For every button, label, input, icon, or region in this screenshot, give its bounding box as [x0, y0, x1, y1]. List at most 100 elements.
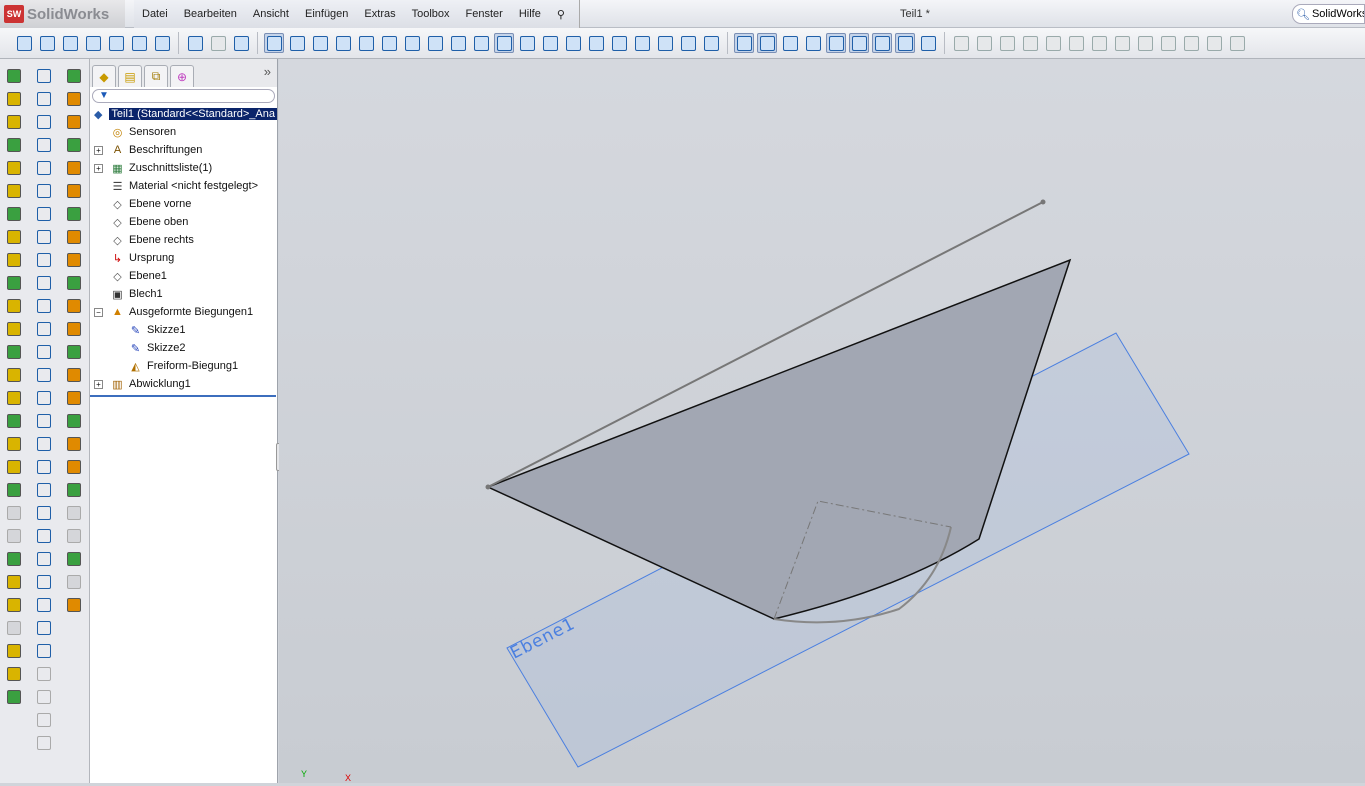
- display-curves-button[interactable]: [895, 33, 915, 53]
- rebuild-button[interactable]: [231, 33, 251, 53]
- sm-rip-button[interactable]: [1204, 33, 1224, 53]
- sm-lofted-button[interactable]: [1112, 33, 1132, 53]
- command-1-25-button[interactable]: [6, 619, 22, 637]
- new-button[interactable]: [14, 33, 34, 53]
- rotate-button[interactable]: [678, 33, 698, 53]
- command-2-16-button[interactable]: [36, 412, 52, 430]
- tree-item[interactable]: ▣ Blech1: [90, 285, 277, 303]
- command-1-11-button[interactable]: [6, 297, 22, 315]
- command-2-27-button[interactable]: [36, 665, 52, 683]
- expand-icon[interactable]: +: [94, 379, 103, 389]
- command-2-24-button[interactable]: [36, 596, 52, 614]
- zoom-fit-button[interactable]: [632, 33, 652, 53]
- command-2-20-button[interactable]: [36, 504, 52, 522]
- menu-bearbeiten[interactable]: Bearbeiten: [176, 8, 245, 20]
- command-3-9-button[interactable]: [66, 251, 82, 269]
- command-3-12-button[interactable]: [66, 320, 82, 338]
- command-2-1-button[interactable]: [36, 67, 52, 85]
- tree-item[interactable]: ◭ Freiform-Biegung1: [90, 357, 277, 375]
- menu-einfuegen[interactable]: Einfügen: [297, 8, 356, 20]
- command-1-28-button[interactable]: [6, 688, 22, 706]
- command-3-8-button[interactable]: [66, 228, 82, 246]
- file-properties-button[interactable]: [152, 33, 172, 53]
- zoom-area-button[interactable]: [655, 33, 675, 53]
- tree-item[interactable]: + ▦ Zuschnittsliste(1): [90, 159, 277, 177]
- display-axes-button[interactable]: [757, 33, 777, 53]
- command-1-3-button[interactable]: [6, 113, 22, 131]
- command-3-24-button[interactable]: [66, 596, 82, 614]
- command-1-23-button[interactable]: [6, 573, 22, 591]
- view-top-button[interactable]: [379, 33, 399, 53]
- menu-toolbox[interactable]: Toolbox: [404, 8, 458, 20]
- sm-edge-button[interactable]: [974, 33, 994, 53]
- command-1-12-button[interactable]: [6, 320, 22, 338]
- pin-icon[interactable]: ⚲: [549, 8, 573, 21]
- tree-item[interactable]: ☰ Material <nicht festgelegt>: [90, 177, 277, 195]
- command-3-16-button[interactable]: [66, 412, 82, 430]
- command-1-19-button[interactable]: [6, 481, 22, 499]
- command-2-12-button[interactable]: [36, 320, 52, 338]
- command-2-11-button[interactable]: [36, 297, 52, 315]
- command-2-5-button[interactable]: [36, 159, 52, 177]
- view-bottom-button[interactable]: [402, 33, 422, 53]
- command-2-15-button[interactable]: [36, 389, 52, 407]
- open-button[interactable]: [37, 33, 57, 53]
- command-2-19-button[interactable]: [36, 481, 52, 499]
- sm-sketch-bend-button[interactable]: [1066, 33, 1086, 53]
- command-3-10-button[interactable]: [66, 274, 82, 292]
- view-back-button[interactable]: [310, 33, 330, 53]
- tab-configurationmanager[interactable]: ⧉: [144, 65, 168, 87]
- command-3-3-button[interactable]: [66, 113, 82, 131]
- command-3-5-button[interactable]: [66, 159, 82, 177]
- pan-button[interactable]: [701, 33, 721, 53]
- command-1-13-button[interactable]: [6, 343, 22, 361]
- tree-item[interactable]: ✎ Skizze1: [90, 321, 277, 339]
- expand-icon[interactable]: +: [94, 163, 103, 173]
- command-2-14-button[interactable]: [36, 366, 52, 384]
- command-1-14-button[interactable]: [6, 366, 22, 384]
- command-2-21-button[interactable]: [36, 527, 52, 545]
- tree-item[interactable]: + A Beschriftungen: [90, 141, 277, 159]
- command-2-2-button[interactable]: [36, 90, 52, 108]
- tree-filter[interactable]: ▼: [92, 89, 275, 103]
- command-3-4-button[interactable]: [66, 136, 82, 154]
- command-1-6-button[interactable]: [6, 182, 22, 200]
- command-2-13-button[interactable]: [36, 343, 52, 361]
- print-button[interactable]: [83, 33, 103, 53]
- shaded-edges-button[interactable]: [494, 33, 514, 53]
- command-3-19-button[interactable]: [66, 481, 82, 499]
- command-2-17-button[interactable]: [36, 435, 52, 453]
- tree-item[interactable]: ◇ Ebene1: [90, 267, 277, 285]
- view-left-button[interactable]: [333, 33, 353, 53]
- save-button[interactable]: [60, 33, 80, 53]
- solidworks-logo[interactable]: SW SolidWorks: [0, 0, 125, 28]
- command-1-27-button[interactable]: [6, 665, 22, 683]
- collapse-icon[interactable]: −: [94, 307, 103, 317]
- display-sketches-button[interactable]: [803, 33, 823, 53]
- menu-datei[interactable]: Datei: [134, 8, 176, 20]
- tree-item[interactable]: ✎ Skizze2: [90, 339, 277, 357]
- command-1-26-button[interactable]: [6, 642, 22, 660]
- undo-button[interactable]: [185, 33, 205, 53]
- command-3-20-button[interactable]: [66, 504, 82, 522]
- lofted-bend-face[interactable]: [486, 258, 1072, 620]
- hidden-removed-button[interactable]: [540, 33, 560, 53]
- command-2-28-button[interactable]: [36, 688, 52, 706]
- section-view-button[interactable]: [586, 33, 606, 53]
- command-3-17-button[interactable]: [66, 435, 82, 453]
- sm-flatten-button[interactable]: [1181, 33, 1201, 53]
- display-temp-button[interactable]: [826, 33, 846, 53]
- tree-item[interactable]: ◇ Ebene oben: [90, 213, 277, 231]
- expand-panel-button[interactable]: »: [264, 64, 271, 79]
- expand-icon[interactable]: +: [94, 145, 103, 155]
- command-2-9-button[interactable]: [36, 251, 52, 269]
- tree-item[interactable]: − ▲ Ausgeformte Biegungen1: [90, 303, 277, 321]
- command-1-2-button[interactable]: [6, 90, 22, 108]
- sm-corner-button[interactable]: [1227, 33, 1247, 53]
- tab-dimxpert[interactable]: ⊕: [170, 65, 194, 87]
- command-1-10-button[interactable]: [6, 274, 22, 292]
- graphics-area[interactable]: Ebene1 Y X: [279, 59, 1365, 783]
- options-button[interactable]: [129, 33, 149, 53]
- sm-miter-button[interactable]: [997, 33, 1017, 53]
- tree-item[interactable]: + ▥ Abwicklung1: [90, 375, 277, 393]
